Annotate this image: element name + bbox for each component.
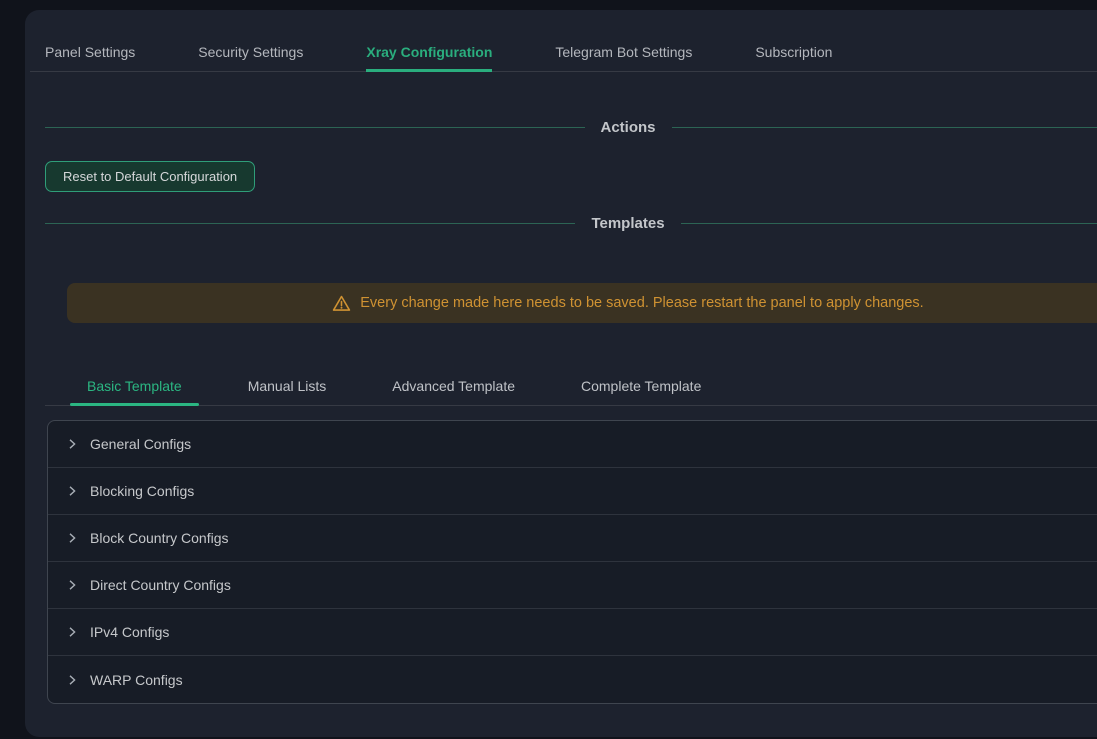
tab-manual-lists[interactable]: Manual Lists	[231, 368, 344, 405]
template-tabbar: Basic Template Manual Lists Advanced Tem…	[45, 368, 1097, 406]
warning-text: Every change made here needs to be saved…	[360, 295, 923, 311]
collapse-row-warp-configs[interactable]: WARP Configs	[48, 656, 1097, 703]
collapse-row-blocking-configs[interactable]: Blocking Configs	[48, 468, 1097, 515]
collapse-row-label: Direct Country Configs	[90, 577, 231, 593]
settings-page: Panel Settings Security Settings Xray Co…	[0, 0, 1097, 739]
collapse-row-label: Block Country Configs	[90, 530, 229, 546]
chevron-right-icon	[66, 626, 78, 638]
tab-security-settings[interactable]: Security Settings	[198, 32, 303, 71]
tab-subscription[interactable]: Subscription	[755, 32, 832, 71]
collapse-row-label: IPv4 Configs	[90, 624, 169, 640]
collapse-row-label: General Configs	[90, 436, 191, 452]
chevron-right-icon	[66, 579, 78, 591]
actions-divider: Actions	[45, 116, 1097, 138]
collapse-row-label: Blocking Configs	[90, 483, 194, 499]
warning-icon	[332, 294, 351, 313]
tab-basic-template[interactable]: Basic Template	[70, 368, 199, 405]
chevron-right-icon	[66, 485, 78, 497]
chevron-right-icon	[66, 674, 78, 686]
collapse-row-ipv4-configs[interactable]: IPv4 Configs	[48, 609, 1097, 656]
tab-telegram-bot-settings[interactable]: Telegram Bot Settings	[555, 32, 692, 71]
templates-divider-title: Templates	[591, 215, 664, 232]
collapse-row-general-configs[interactable]: General Configs	[48, 421, 1097, 468]
chevron-right-icon	[66, 532, 78, 544]
settings-tabbar: Panel Settings Security Settings Xray Co…	[30, 32, 1097, 72]
collapse-row-block-country-configs[interactable]: Block Country Configs	[48, 515, 1097, 562]
tab-advanced-template[interactable]: Advanced Template	[375, 368, 532, 405]
restart-warning-banner: Every change made here needs to be saved…	[67, 283, 1097, 323]
settings-card: Panel Settings Security Settings Xray Co…	[25, 10, 1097, 737]
tab-complete-template[interactable]: Complete Template	[564, 368, 718, 405]
collapse-row-direct-country-configs[interactable]: Direct Country Configs	[48, 562, 1097, 609]
actions-divider-title: Actions	[601, 119, 656, 136]
reset-to-default-button[interactable]: Reset to Default Configuration	[45, 161, 255, 192]
config-collapse-list: General Configs Blocking Configs Block C…	[47, 420, 1097, 704]
collapse-row-label: WARP Configs	[90, 672, 183, 688]
chevron-right-icon	[66, 438, 78, 450]
tab-panel-settings[interactable]: Panel Settings	[45, 32, 135, 71]
templates-divider: Templates	[45, 212, 1097, 234]
tab-xray-configuration[interactable]: Xray Configuration	[366, 32, 492, 72]
